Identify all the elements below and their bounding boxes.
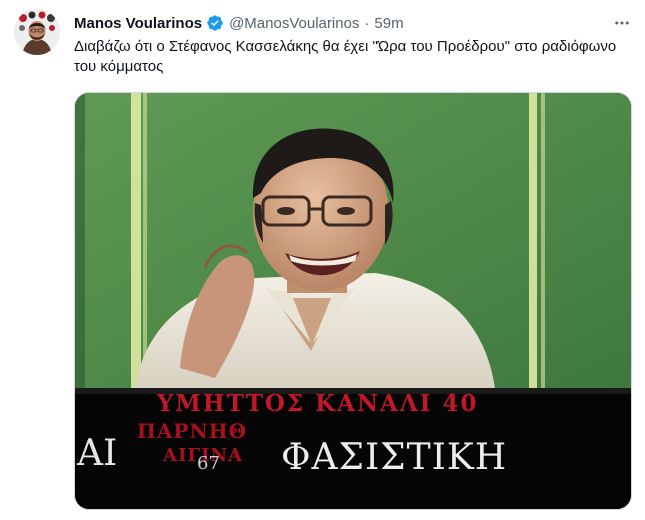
tweet-text: Διαβάζω ότι ο Στέφανος Κασσελάκης θα έχε… <box>74 38 617 75</box>
video-frame: ΥΜΗΤΤΟΣ ΚΑΝΑΛΙ 40 ΠΑΡΝΗΘ ΑΙΓΙΝΑ ΑΙ 67 ΦΑ… <box>75 93 631 509</box>
header-separator: · <box>364 14 370 32</box>
tweet-header: Manos Voularinos @ManosVoularinos · 59m <box>74 12 404 34</box>
caption-line1: ΥΜΗΤΤΟΣ ΚΑΝΑΛΙ 40 <box>156 390 478 417</box>
caption-main: ΦΑΣΙΣΤΙΚΗ <box>281 437 507 478</box>
timestamp[interactable]: 59m <box>374 15 403 32</box>
caption-left: ΑΙ <box>76 433 117 474</box>
author-name[interactable]: Manos Voularinos <box>74 15 202 32</box>
caption-mid: 67 <box>197 453 220 474</box>
avatar-image <box>14 9 60 55</box>
more-options-icon[interactable] <box>611 13 633 33</box>
avatar[interactable] <box>14 9 60 55</box>
tweet-card[interactable]: Manos Voularinos @ManosVoularinos · 59m … <box>0 0 645 520</box>
author-handle[interactable]: @ManosVoularinos <box>229 15 359 32</box>
tweet-media-video[interactable]: ΥΜΗΤΤΟΣ ΚΑΝΑΛΙ 40 ΠΑΡΝΗΘ ΑΙΓΙΝΑ ΑΙ 67 ΦΑ… <box>74 92 632 510</box>
caption-line2: ΠΑΡΝΗΘ <box>137 419 247 443</box>
verified-badge-icon <box>206 14 224 32</box>
